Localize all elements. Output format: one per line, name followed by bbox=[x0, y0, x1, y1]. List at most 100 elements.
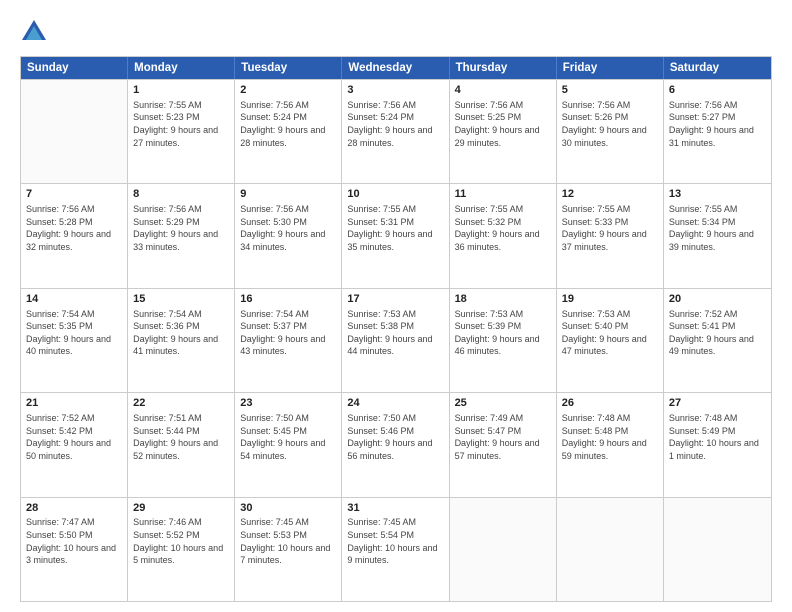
calendar-cell: 15Sunrise: 7:54 AMSunset: 5:36 PMDayligh… bbox=[128, 289, 235, 392]
calendar-cell: 26Sunrise: 7:48 AMSunset: 5:48 PMDayligh… bbox=[557, 393, 664, 496]
calendar-cell: 17Sunrise: 7:53 AMSunset: 5:38 PMDayligh… bbox=[342, 289, 449, 392]
calendar-cell: 28Sunrise: 7:47 AMSunset: 5:50 PMDayligh… bbox=[21, 498, 128, 601]
calendar-cell bbox=[664, 498, 771, 601]
day-number: 31 bbox=[347, 501, 443, 516]
day-number: 2 bbox=[240, 83, 336, 98]
calendar-week-2: 7Sunrise: 7:56 AMSunset: 5:28 PMDaylight… bbox=[21, 183, 771, 287]
day-number: 15 bbox=[133, 292, 229, 307]
calendar-cell: 24Sunrise: 7:50 AMSunset: 5:46 PMDayligh… bbox=[342, 393, 449, 496]
header bbox=[20, 18, 772, 46]
day-number: 8 bbox=[133, 187, 229, 202]
calendar-cell bbox=[557, 498, 664, 601]
day-number: 10 bbox=[347, 187, 443, 202]
cell-detail: Sunrise: 7:53 AMSunset: 5:40 PMDaylight:… bbox=[562, 308, 658, 358]
day-number: 29 bbox=[133, 501, 229, 516]
day-number: 13 bbox=[669, 187, 766, 202]
cell-detail: Sunrise: 7:56 AMSunset: 5:24 PMDaylight:… bbox=[240, 99, 336, 149]
cell-detail: Sunrise: 7:52 AMSunset: 5:41 PMDaylight:… bbox=[669, 308, 766, 358]
cell-detail: Sunrise: 7:54 AMSunset: 5:35 PMDaylight:… bbox=[26, 308, 122, 358]
cell-detail: Sunrise: 7:55 AMSunset: 5:34 PMDaylight:… bbox=[669, 203, 766, 253]
cell-detail: Sunrise: 7:50 AMSunset: 5:45 PMDaylight:… bbox=[240, 412, 336, 462]
cell-detail: Sunrise: 7:48 AMSunset: 5:49 PMDaylight:… bbox=[669, 412, 766, 462]
header-day-tuesday: Tuesday bbox=[235, 57, 342, 79]
calendar-cell: 9Sunrise: 7:56 AMSunset: 5:30 PMDaylight… bbox=[235, 184, 342, 287]
day-number: 4 bbox=[455, 83, 551, 98]
calendar-cell bbox=[21, 80, 128, 183]
day-number: 28 bbox=[26, 501, 122, 516]
cell-detail: Sunrise: 7:49 AMSunset: 5:47 PMDaylight:… bbox=[455, 412, 551, 462]
header-day-saturday: Saturday bbox=[664, 57, 771, 79]
calendar-cell: 11Sunrise: 7:55 AMSunset: 5:32 PMDayligh… bbox=[450, 184, 557, 287]
logo-icon bbox=[20, 18, 48, 46]
day-number: 24 bbox=[347, 396, 443, 411]
calendar-week-1: 1Sunrise: 7:55 AMSunset: 5:23 PMDaylight… bbox=[21, 79, 771, 183]
cell-detail: Sunrise: 7:45 AMSunset: 5:54 PMDaylight:… bbox=[347, 516, 443, 566]
calendar-cell: 5Sunrise: 7:56 AMSunset: 5:26 PMDaylight… bbox=[557, 80, 664, 183]
calendar-cell: 8Sunrise: 7:56 AMSunset: 5:29 PMDaylight… bbox=[128, 184, 235, 287]
calendar-week-5: 28Sunrise: 7:47 AMSunset: 5:50 PMDayligh… bbox=[21, 497, 771, 601]
day-number: 7 bbox=[26, 187, 122, 202]
day-number: 14 bbox=[26, 292, 122, 307]
day-number: 26 bbox=[562, 396, 658, 411]
calendar-cell bbox=[450, 498, 557, 601]
calendar-cell: 10Sunrise: 7:55 AMSunset: 5:31 PMDayligh… bbox=[342, 184, 449, 287]
logo bbox=[20, 18, 52, 46]
day-number: 5 bbox=[562, 83, 658, 98]
cell-detail: Sunrise: 7:53 AMSunset: 5:39 PMDaylight:… bbox=[455, 308, 551, 358]
day-number: 1 bbox=[133, 83, 229, 98]
header-day-wednesday: Wednesday bbox=[342, 57, 449, 79]
calendar-cell: 30Sunrise: 7:45 AMSunset: 5:53 PMDayligh… bbox=[235, 498, 342, 601]
calendar-cell: 12Sunrise: 7:55 AMSunset: 5:33 PMDayligh… bbox=[557, 184, 664, 287]
day-number: 21 bbox=[26, 396, 122, 411]
calendar-cell: 21Sunrise: 7:52 AMSunset: 5:42 PMDayligh… bbox=[21, 393, 128, 496]
header-day-thursday: Thursday bbox=[450, 57, 557, 79]
cell-detail: Sunrise: 7:56 AMSunset: 5:27 PMDaylight:… bbox=[669, 99, 766, 149]
day-number: 22 bbox=[133, 396, 229, 411]
cell-detail: Sunrise: 7:46 AMSunset: 5:52 PMDaylight:… bbox=[133, 516, 229, 566]
calendar: SundayMondayTuesdayWednesdayThursdayFrid… bbox=[20, 56, 772, 602]
calendar-cell: 22Sunrise: 7:51 AMSunset: 5:44 PMDayligh… bbox=[128, 393, 235, 496]
day-number: 23 bbox=[240, 396, 336, 411]
day-number: 12 bbox=[562, 187, 658, 202]
calendar-week-4: 21Sunrise: 7:52 AMSunset: 5:42 PMDayligh… bbox=[21, 392, 771, 496]
cell-detail: Sunrise: 7:55 AMSunset: 5:32 PMDaylight:… bbox=[455, 203, 551, 253]
calendar-week-3: 14Sunrise: 7:54 AMSunset: 5:35 PMDayligh… bbox=[21, 288, 771, 392]
calendar-cell: 1Sunrise: 7:55 AMSunset: 5:23 PMDaylight… bbox=[128, 80, 235, 183]
cell-detail: Sunrise: 7:56 AMSunset: 5:29 PMDaylight:… bbox=[133, 203, 229, 253]
day-number: 25 bbox=[455, 396, 551, 411]
calendar-cell: 18Sunrise: 7:53 AMSunset: 5:39 PMDayligh… bbox=[450, 289, 557, 392]
calendar-cell: 2Sunrise: 7:56 AMSunset: 5:24 PMDaylight… bbox=[235, 80, 342, 183]
day-number: 20 bbox=[669, 292, 766, 307]
calendar-cell: 31Sunrise: 7:45 AMSunset: 5:54 PMDayligh… bbox=[342, 498, 449, 601]
day-number: 16 bbox=[240, 292, 336, 307]
cell-detail: Sunrise: 7:55 AMSunset: 5:31 PMDaylight:… bbox=[347, 203, 443, 253]
day-number: 11 bbox=[455, 187, 551, 202]
cell-detail: Sunrise: 7:55 AMSunset: 5:23 PMDaylight:… bbox=[133, 99, 229, 149]
cell-detail: Sunrise: 7:55 AMSunset: 5:33 PMDaylight:… bbox=[562, 203, 658, 253]
calendar-cell: 25Sunrise: 7:49 AMSunset: 5:47 PMDayligh… bbox=[450, 393, 557, 496]
calendar-cell: 20Sunrise: 7:52 AMSunset: 5:41 PMDayligh… bbox=[664, 289, 771, 392]
cell-detail: Sunrise: 7:56 AMSunset: 5:25 PMDaylight:… bbox=[455, 99, 551, 149]
calendar-cell: 3Sunrise: 7:56 AMSunset: 5:24 PMDaylight… bbox=[342, 80, 449, 183]
calendar-cell: 7Sunrise: 7:56 AMSunset: 5:28 PMDaylight… bbox=[21, 184, 128, 287]
cell-detail: Sunrise: 7:48 AMSunset: 5:48 PMDaylight:… bbox=[562, 412, 658, 462]
cell-detail: Sunrise: 7:51 AMSunset: 5:44 PMDaylight:… bbox=[133, 412, 229, 462]
calendar-cell: 14Sunrise: 7:54 AMSunset: 5:35 PMDayligh… bbox=[21, 289, 128, 392]
calendar-cell: 4Sunrise: 7:56 AMSunset: 5:25 PMDaylight… bbox=[450, 80, 557, 183]
cell-detail: Sunrise: 7:52 AMSunset: 5:42 PMDaylight:… bbox=[26, 412, 122, 462]
cell-detail: Sunrise: 7:54 AMSunset: 5:37 PMDaylight:… bbox=[240, 308, 336, 358]
calendar-header-row: SundayMondayTuesdayWednesdayThursdayFrid… bbox=[21, 57, 771, 79]
cell-detail: Sunrise: 7:56 AMSunset: 5:28 PMDaylight:… bbox=[26, 203, 122, 253]
day-number: 17 bbox=[347, 292, 443, 307]
calendar-cell: 6Sunrise: 7:56 AMSunset: 5:27 PMDaylight… bbox=[664, 80, 771, 183]
day-number: 9 bbox=[240, 187, 336, 202]
day-number: 3 bbox=[347, 83, 443, 98]
calendar-cell: 29Sunrise: 7:46 AMSunset: 5:52 PMDayligh… bbox=[128, 498, 235, 601]
cell-detail: Sunrise: 7:50 AMSunset: 5:46 PMDaylight:… bbox=[347, 412, 443, 462]
cell-detail: Sunrise: 7:56 AMSunset: 5:30 PMDaylight:… bbox=[240, 203, 336, 253]
calendar-body: 1Sunrise: 7:55 AMSunset: 5:23 PMDaylight… bbox=[21, 79, 771, 601]
cell-detail: Sunrise: 7:56 AMSunset: 5:24 PMDaylight:… bbox=[347, 99, 443, 149]
calendar-cell: 27Sunrise: 7:48 AMSunset: 5:49 PMDayligh… bbox=[664, 393, 771, 496]
day-number: 30 bbox=[240, 501, 336, 516]
header-day-friday: Friday bbox=[557, 57, 664, 79]
